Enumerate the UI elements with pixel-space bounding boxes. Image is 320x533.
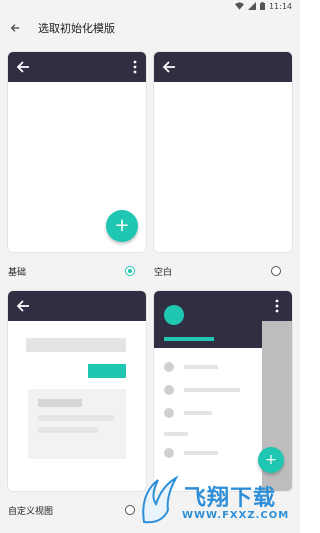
preview-drawer-item-line bbox=[184, 365, 218, 369]
preview-drawer-item-line bbox=[184, 451, 218, 455]
watermark: 飞翔下载 WWW.FXXZ.COM bbox=[134, 466, 300, 533]
preview-button bbox=[88, 364, 126, 378]
preview-drawer-item-icon bbox=[164, 448, 174, 458]
more-vert-icon bbox=[275, 299, 279, 313]
template-card-custom-view[interactable] bbox=[8, 291, 146, 491]
radio-basic[interactable] bbox=[125, 266, 135, 276]
status-icons: 11:14 bbox=[234, 0, 292, 12]
preview-panel-line bbox=[38, 427, 98, 433]
template-card-basic[interactable]: + bbox=[8, 52, 146, 252]
battery-icon bbox=[259, 2, 265, 10]
app-bar: 选取初始化模版 bbox=[0, 12, 300, 44]
preview-drawer-item-icon bbox=[164, 408, 174, 418]
preview-panel-line bbox=[38, 415, 114, 421]
page-title: 选取初始化模版 bbox=[38, 22, 115, 35]
preview-drawer-item-icon bbox=[164, 385, 174, 395]
back-arrow-icon bbox=[16, 61, 29, 73]
add-icon: + bbox=[265, 452, 277, 468]
template-label-custom-view: 自定义视图 bbox=[8, 507, 54, 517]
add-fab-preview: + bbox=[106, 210, 138, 242]
signal-icon bbox=[247, 2, 256, 10]
preview-drawer-header bbox=[154, 291, 262, 348]
preview-panel-line bbox=[38, 399, 82, 407]
preview-drawer-item-line bbox=[184, 411, 212, 415]
preview-placeholder-bar bbox=[26, 338, 126, 352]
preview-drawer-divider bbox=[164, 432, 188, 436]
watermark-title: 飞翔下载 bbox=[184, 486, 277, 511]
preview-toolbar bbox=[8, 52, 146, 82]
radio-blank[interactable] bbox=[271, 266, 281, 276]
template-card-blank[interactable] bbox=[154, 52, 292, 252]
preview-header-line bbox=[164, 337, 214, 341]
preview-toolbar bbox=[154, 52, 292, 82]
preview-drawer-item-icon bbox=[164, 362, 174, 372]
back-arrow-icon bbox=[162, 61, 175, 73]
template-card-drawer[interactable]: + bbox=[154, 291, 292, 491]
add-icon: + bbox=[114, 215, 130, 236]
template-grid: + 基础 空白 自定义视图 + bbox=[0, 44, 300, 533]
preview-toolbar bbox=[8, 291, 146, 321]
more-vert-icon bbox=[133, 60, 137, 74]
preview-avatar bbox=[164, 305, 184, 325]
template-label-basic: 基础 bbox=[8, 268, 27, 278]
status-bar: 11:14 bbox=[0, 0, 300, 12]
status-time: 11:14 bbox=[268, 1, 292, 11]
wifi-icon bbox=[234, 2, 244, 10]
back-arrow-icon bbox=[16, 300, 29, 312]
preview-toolbar bbox=[262, 291, 292, 321]
watermark-url: WWW.FXXZ.COM bbox=[182, 510, 290, 521]
preview-drawer-item-line bbox=[184, 388, 240, 392]
watermark-logo-icon bbox=[142, 475, 179, 524]
template-label-blank: 空白 bbox=[154, 268, 173, 278]
back-arrow-icon bbox=[10, 24, 20, 32]
back-button[interactable] bbox=[0, 12, 30, 44]
preview-panel bbox=[28, 389, 126, 459]
